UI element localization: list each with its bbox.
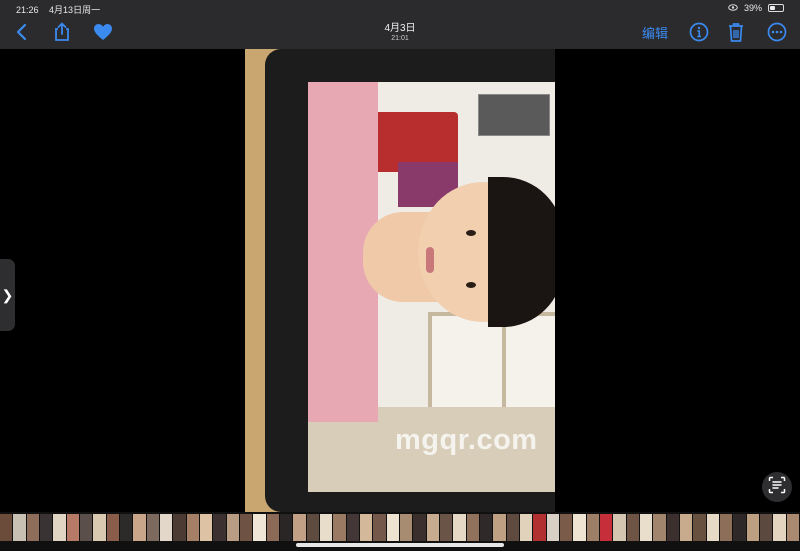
thumbnail[interactable] <box>386 514 399 541</box>
thumbnail[interactable] <box>226 514 239 541</box>
thumbnail[interactable] <box>266 514 279 541</box>
live-text-icon <box>768 476 786 499</box>
thumbnail[interactable] <box>333 514 346 541</box>
battery-icon <box>768 4 784 12</box>
thumbnail[interactable] <box>453 514 466 541</box>
thumbnail[interactable] <box>546 514 559 541</box>
thumbnail[interactable] <box>253 514 266 541</box>
thumbnail[interactable] <box>106 514 119 541</box>
thumbnail[interactable] <box>160 514 173 541</box>
edit-button[interactable]: 编辑 <box>642 23 668 42</box>
thumbnail[interactable] <box>413 514 426 541</box>
thumbnail[interactable] <box>173 514 186 541</box>
thumbnail[interactable] <box>480 514 493 541</box>
live-text-button[interactable] <box>762 472 792 502</box>
thumbnail[interactable] <box>466 514 479 541</box>
thumbnail[interactable] <box>786 514 799 541</box>
thumbnail[interactable] <box>440 514 453 541</box>
status-bar: 21:26 4月13日周一 39% <box>0 0 800 16</box>
thumbnail[interactable] <box>293 514 306 541</box>
watermark: mgqr.com <box>395 424 538 456</box>
info-icon[interactable] <box>688 21 710 43</box>
thumbnail[interactable] <box>0 514 13 541</box>
photo-time: 21:01 <box>391 35 409 42</box>
thumbnail[interactable] <box>773 514 786 541</box>
thumbnail[interactable] <box>40 514 53 541</box>
thumbnail[interactable] <box>26 514 39 541</box>
home-indicator <box>296 543 504 547</box>
thumbnail[interactable] <box>13 514 26 541</box>
thumbnail[interactable] <box>133 514 146 541</box>
thumbnail[interactable] <box>586 514 599 541</box>
battery-percentage: 39% <box>743 3 762 13</box>
thumbnail[interactable] <box>680 514 693 541</box>
thumbnail[interactable] <box>706 514 719 541</box>
thumbnail[interactable] <box>320 514 333 541</box>
share-icon[interactable] <box>51 21 73 43</box>
thumbnail[interactable] <box>640 514 653 541</box>
thumbnail[interactable] <box>666 514 679 541</box>
thumbnail[interactable] <box>600 514 613 541</box>
sidebar-toggle-button[interactable]: ❯ <box>0 259 15 331</box>
thumbnail[interactable] <box>200 514 213 541</box>
thumbnail[interactable] <box>240 514 253 541</box>
thumbnail[interactable] <box>533 514 546 541</box>
screen-mirror-icon <box>728 3 738 13</box>
thumbnail[interactable] <box>426 514 439 541</box>
thumbnail[interactable] <box>53 514 66 541</box>
thumbnail[interactable] <box>573 514 586 541</box>
thumbnail[interactable] <box>506 514 519 541</box>
thumbnail[interactable] <box>360 514 373 541</box>
thumbnail[interactable] <box>66 514 79 541</box>
status-left: 21:26 4月13日周一 <box>16 3 108 16</box>
more-icon[interactable] <box>766 21 788 43</box>
thumbnail[interactable] <box>746 514 759 541</box>
thumbnail[interactable] <box>733 514 746 541</box>
thumbnail[interactable] <box>186 514 199 541</box>
photo-date-title: 4月3日 21:01 <box>340 19 460 42</box>
heart-icon[interactable] <box>92 21 114 43</box>
thumbnail[interactable] <box>560 514 573 541</box>
thumbnail[interactable] <box>80 514 93 541</box>
thumbnail[interactable] <box>373 514 386 541</box>
chevron-right-icon: ❯ <box>1 286 14 303</box>
thumbnail[interactable] <box>120 514 133 541</box>
thumbnail[interactable] <box>213 514 226 541</box>
thumbnail[interactable] <box>693 514 706 541</box>
thumbnail[interactable] <box>93 514 106 541</box>
thumbnail[interactable] <box>346 514 359 541</box>
thumbnail[interactable] <box>400 514 413 541</box>
chevron-left-icon[interactable] <box>11 21 33 43</box>
trash-icon[interactable] <box>725 21 747 43</box>
thumbnail[interactable] <box>146 514 159 541</box>
thumbnail[interactable] <box>760 514 773 541</box>
photo-toolbar: 4月3日 21:01 编辑 <box>0 16 800 49</box>
thumbnail[interactable] <box>613 514 626 541</box>
thumbnail[interactable] <box>653 514 666 541</box>
thumbnail[interactable] <box>720 514 733 541</box>
thumbnail[interactable] <box>306 514 319 541</box>
status-right: 39% <box>728 3 784 13</box>
status-date: 4月13日周一 <box>49 5 101 15</box>
thumbnail[interactable] <box>493 514 506 541</box>
status-time: 21:26 <box>16 5 39 15</box>
photo-date: 4月3日 <box>384 23 416 34</box>
thumbnail[interactable] <box>626 514 639 541</box>
thumbnail[interactable] <box>280 514 293 541</box>
thumbnail[interactable] <box>520 514 533 541</box>
